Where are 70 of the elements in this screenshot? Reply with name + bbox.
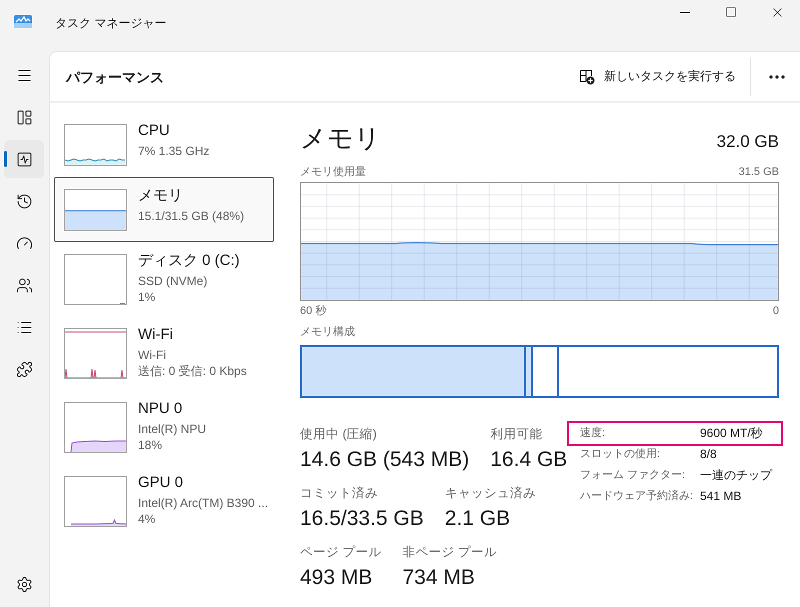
- axis-label: 60 秒: [300, 304, 326, 318]
- stat-label: キャッシュ済み: [444, 485, 536, 501]
- spec-label: スロットの使用:: [580, 447, 660, 462]
- window-title: タスク マネージャー: [55, 16, 166, 31]
- usage-sparkline: [64, 189, 127, 231]
- spec-label: 速度:: [580, 426, 606, 441]
- puzzle-icon: [16, 360, 32, 378]
- stat-label: コミット済み: [300, 485, 379, 501]
- more-icon: [769, 74, 785, 78]
- resource-detail: 1%: [138, 290, 156, 305]
- axis-label: 0: [772, 304, 779, 318]
- resource-detail: 7% 1.35 GHz: [138, 144, 210, 160]
- resource-name: ディスク 0 (C:): [138, 251, 240, 271]
- resource-detail: 15.1/31.5 GB (48%): [138, 209, 244, 224]
- resource-detail: 送信: 0 受信: 0 Kbps: [138, 364, 247, 379]
- resource-name: NPU 0: [138, 399, 184, 419]
- composition-label: メモリ構成: [300, 325, 355, 339]
- resource-detail: 18%: [138, 438, 164, 453]
- stat-value: 14.6 GB (543 MB): [300, 447, 470, 473]
- page-title: パフォーマンス: [66, 68, 164, 86]
- usage-sparkline: [64, 476, 127, 527]
- usage-sparkline: [64, 402, 127, 453]
- stat-value: 2.1 GB: [444, 506, 512, 532]
- spec-value: 一連のチップ: [700, 468, 772, 483]
- stat-value: 734 MB: [402, 565, 476, 591]
- resource-detail: 4%: [138, 512, 156, 527]
- stat-label: 非ページ プール: [402, 544, 497, 560]
- spec-value: 9600 MT/秒: [700, 426, 763, 441]
- maximize-icon: [725, 6, 737, 18]
- usage-sparkline: [64, 124, 127, 166]
- users-icon: [16, 276, 32, 294]
- resource-list-item[interactable]: ディスク 0 (C:) SSD (NVMe) 1%: [54, 242, 274, 316]
- panes-icon: [16, 108, 32, 126]
- section-title: メモリ: [300, 122, 381, 154]
- app-icon: [14, 15, 32, 28]
- history-icon: [16, 192, 32, 210]
- resource-detail: SSD (NVMe): [138, 274, 208, 290]
- stat-label: 使用中 (圧縮): [300, 426, 378, 442]
- total-capacity: 32.0 GB: [716, 132, 779, 152]
- graph-label: メモリ使用量: [300, 165, 366, 179]
- resource-detail: Intel(R) Arc(TM) B390 ...: [138, 496, 268, 512]
- stat-value: 16.4 GB: [490, 447, 568, 473]
- resource-name: CPU: [138, 121, 171, 141]
- resource-list-item[interactable]: NPU 0 Intel(R) NPU 18%: [54, 390, 274, 464]
- spec-value: 541 MB: [700, 489, 742, 504]
- window-plus-icon: [579, 68, 595, 84]
- gauge-icon: [16, 234, 32, 252]
- spec-label: フォーム ファクター:: [580, 468, 686, 483]
- resource-name: GPU 0: [138, 473, 184, 493]
- resource-name: メモリ: [138, 186, 184, 206]
- stat-value: 493 MB: [300, 565, 374, 591]
- resource-list-item[interactable]: Wi-Fi Wi-Fi 送信: 0 受信: 0 Kbps: [54, 316, 274, 390]
- resource-list-item[interactable]: メモリ 15.1/31.5 GB (48%): [54, 177, 274, 242]
- resource-list-item[interactable]: CPU 7% 1.35 GHz: [54, 112, 274, 177]
- settings-icon: [16, 576, 32, 592]
- usage-sparkline: [64, 254, 127, 305]
- stat-value: 16.5/33.5 GB: [300, 506, 424, 532]
- graph-max-label: 31.5 GB: [738, 165, 779, 179]
- performance-nav-button[interactable]: [4, 140, 44, 178]
- run-new-task-button[interactable]: 新しいタスクを実行する: [571, 60, 744, 94]
- pulse-icon: [16, 150, 32, 168]
- spec-label: ハードウェア予約済み:: [580, 489, 694, 504]
- resource-detail: Intel(R) NPU: [138, 422, 206, 438]
- stat-label: 利用可能: [490, 426, 544, 442]
- resource-name: Wi-Fi: [138, 325, 174, 345]
- stat-label: ページ プール: [300, 544, 382, 560]
- resource-detail: Wi-Fi: [138, 348, 167, 364]
- spec-value: 8/8: [700, 447, 717, 462]
- resource-list-item[interactable]: GPU 0 Intel(R) Arc(TM) B390 ... 4%: [54, 464, 274, 538]
- usage-sparkline: [64, 328, 127, 379]
